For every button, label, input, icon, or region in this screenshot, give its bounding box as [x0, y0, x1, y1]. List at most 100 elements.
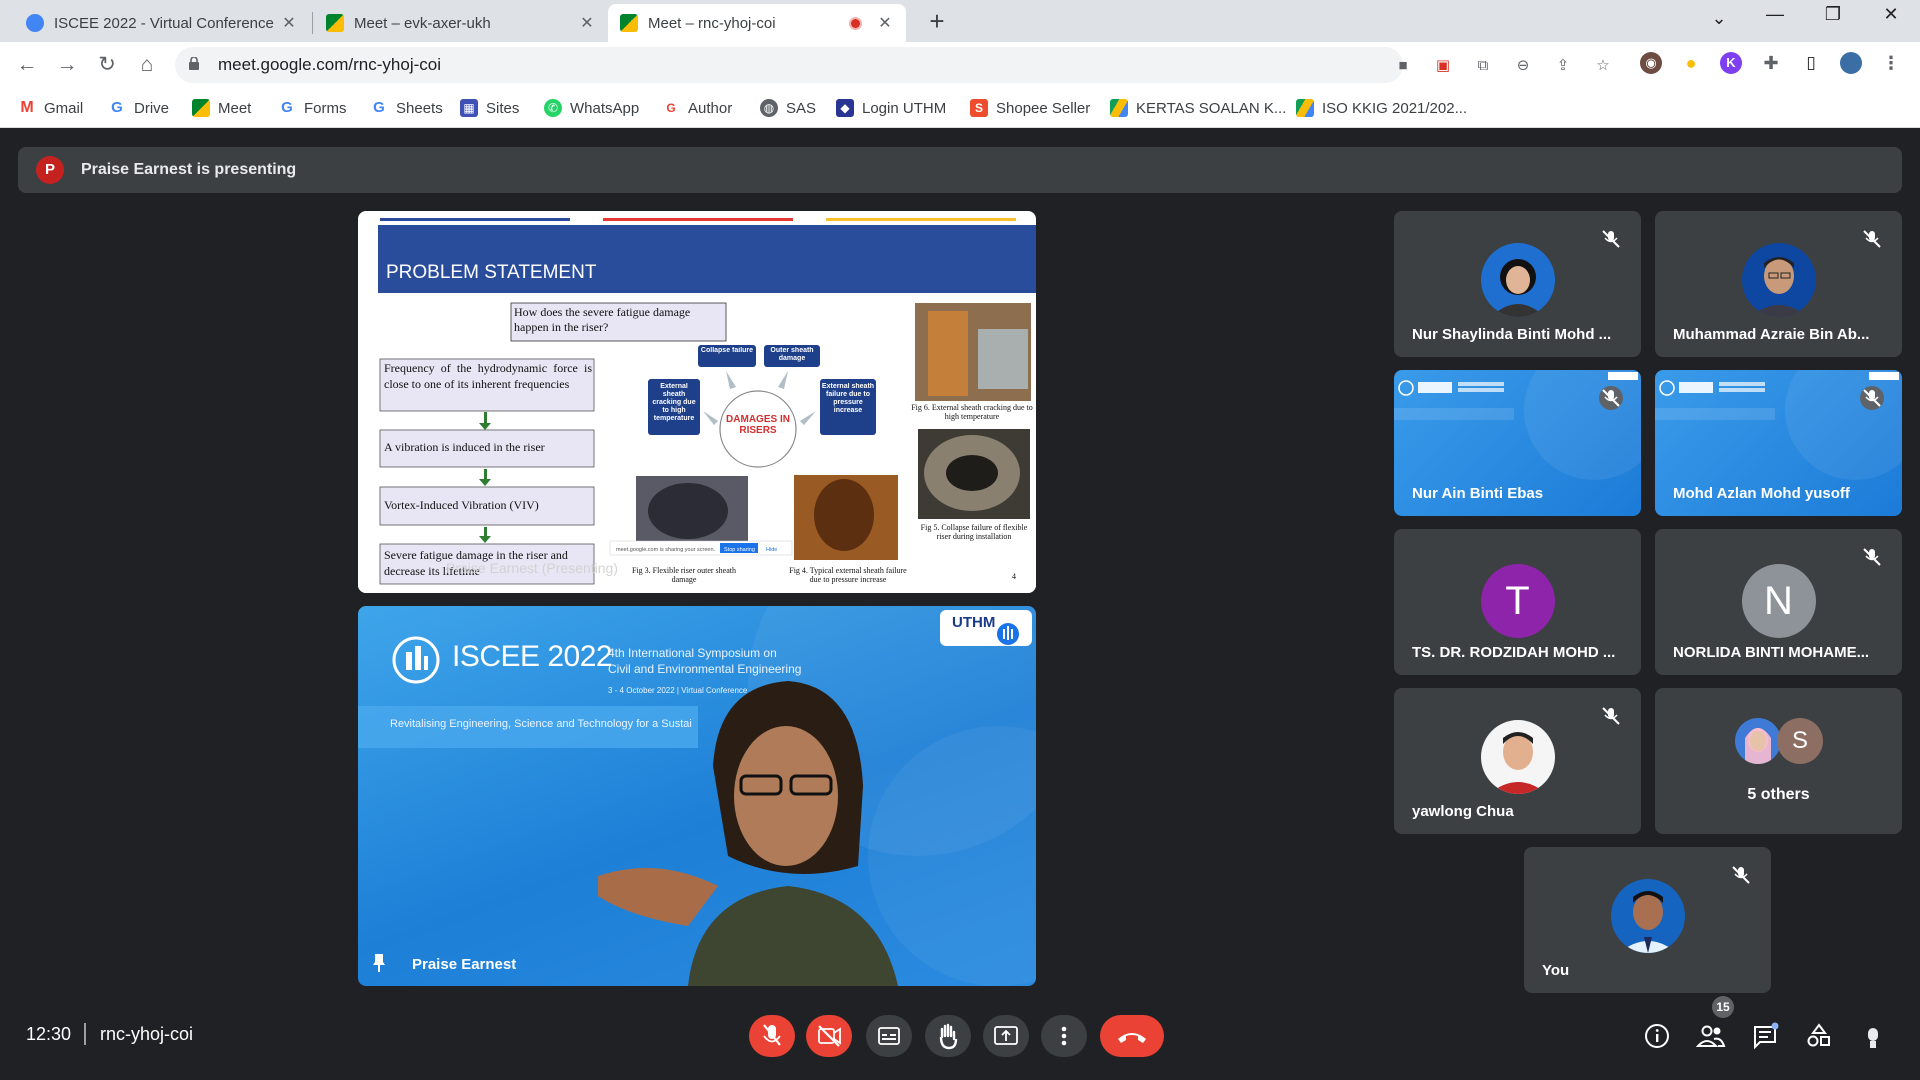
bookmark-label: Forms	[304, 99, 347, 117]
bookmark-author[interactable]: G Author	[662, 96, 732, 120]
address-bar[interactable]: meet.google.com/rnc-yhoj-coi ■ ▣ ⧉ ⊖ ⇪ ☆	[175, 47, 1610, 83]
presenting-banner: P Praise Earnest is presenting	[18, 147, 1902, 193]
meeting-code: rnc-yhoj-coi	[100, 1024, 194, 1044]
share-icon[interactable]: ⇪	[1553, 56, 1573, 76]
participant-tile-2[interactable]: Muhammad Azraie Bin Ab...	[1655, 211, 1902, 357]
shared-screen[interactable]: PROBLEM STATEMENT How does the severe fa…	[358, 211, 1036, 593]
participant-tile-7[interactable]: yawlong Chua	[1394, 688, 1641, 834]
bookmark-label: SAS	[786, 99, 817, 117]
activities-button[interactable]	[1802, 1019, 1836, 1053]
owl-extension-icon[interactable]: ◉	[1640, 52, 1662, 74]
tab-meet-evk[interactable]: Meet – evk-axer-ukh ✕	[314, 4, 608, 42]
participant-tile-1[interactable]: Nur Shaylinda Binti Mohd ...	[1394, 211, 1641, 357]
avatar-initial: T	[1480, 564, 1555, 638]
tab-search-icon[interactable]: ⌄	[1704, 8, 1734, 29]
tab-iscee-conference[interactable]: ISCEE 2022 - Virtual Conference ✕	[14, 4, 310, 42]
presenter-overlay-name: Praise Earnest (Presenting)	[446, 560, 618, 576]
presenter-camera-tile[interactable]: ISCEE 2022 4th International Symposium o…	[358, 606, 1036, 986]
bookmark-login-uthm[interactable]: ◆ Login UTHM	[836, 96, 946, 120]
bookmark-sheets[interactable]: G Sheets	[370, 96, 443, 120]
present-screen-button[interactable]	[983, 1015, 1029, 1057]
leave-call-button[interactable]	[1100, 1015, 1164, 1057]
host-controls-button[interactable]	[1856, 1019, 1890, 1053]
bookmark-sites[interactable]: ▦ Sites	[460, 96, 519, 120]
close-icon[interactable]: ✕	[578, 13, 596, 33]
tab-meet-rnc[interactable]: Meet – rnc-yhoj-coi ✕	[608, 4, 906, 42]
hide-button[interactable]: Hide	[766, 547, 777, 553]
slide-step-3: Vortex-Induced Vibration (VIV)	[384, 498, 539, 512]
people-icon	[1695, 1025, 1726, 1047]
close-icon[interactable]: ✕	[876, 13, 894, 33]
slide-cause-1: Collapse failure	[700, 347, 754, 354]
k-extension-icon[interactable]: K	[1720, 52, 1742, 74]
camera-icon[interactable]: ■	[1393, 56, 1413, 76]
participant-tile-6[interactable]: N NORLIDA BINTI MOHAME...	[1655, 529, 1902, 675]
zoom-icon[interactable]: ⊖	[1513, 56, 1533, 76]
bookmark-drive[interactable]: G Drive	[108, 96, 169, 120]
captions-button[interactable]	[866, 1015, 912, 1057]
bookmark-gmail[interactable]: M Gmail	[18, 96, 83, 120]
menu-dots-icon[interactable]: ⋮	[1880, 52, 1902, 74]
tab-title: Meet – rnc-yhoj-coi	[648, 14, 776, 32]
hang-up-icon	[1118, 1033, 1146, 1043]
more-options-button[interactable]	[1041, 1015, 1087, 1057]
bookmark-forms[interactable]: G Forms	[278, 96, 347, 120]
toggle-camera-button[interactable]	[806, 1015, 852, 1057]
pin-icon[interactable]	[372, 954, 386, 972]
bookmark-iso-kkig[interactable]: ISO KKIG 2021/202...	[1296, 96, 1467, 120]
home-button[interactable]: ⌂	[132, 50, 162, 80]
self-tile[interactable]: You	[1524, 847, 1771, 993]
bookmark-label: Author	[688, 99, 733, 117]
bookmark-sas[interactable]: ◍ SAS	[760, 96, 816, 120]
maximize-button[interactable]: ❐	[1818, 4, 1848, 25]
others-tile[interactable]: S 5 others	[1655, 688, 1902, 834]
camera-symposium-line2: Civil and Environmental Engineering	[608, 662, 802, 676]
tab-title: Meet – evk-axer-ukh	[354, 14, 491, 32]
mic-off-icon	[763, 1024, 781, 1046]
bookmark-kertas-soalan[interactable]: KERTAS SOALAN K...	[1110, 96, 1286, 120]
participant-tile-5[interactable]: T TS. DR. RODZIDAH MOHD ...	[1394, 529, 1641, 675]
open-in-window-icon[interactable]: ⧉	[1473, 56, 1493, 76]
participant-name: NORLIDA BINTI MOHAME...	[1673, 644, 1870, 661]
participant-name: Nur Ain Binti Ebas	[1412, 485, 1544, 502]
meeting-details-button[interactable]	[1640, 1019, 1674, 1053]
participant-tile-4[interactable]: Mohd Azlan Mohd yusoff	[1655, 370, 1902, 516]
toggle-mic-button[interactable]	[749, 1015, 795, 1057]
close-window-button[interactable]: ✕	[1876, 4, 1906, 25]
presenter-avatar: P	[36, 156, 64, 184]
slide-caption-fig6: Fig 6. External sheath cracking due to h…	[911, 403, 1033, 421]
people-button[interactable]	[1694, 1019, 1728, 1053]
sites-icon: ▦	[460, 99, 478, 117]
reload-button[interactable]: ↻	[92, 50, 122, 80]
present-icon	[994, 1026, 1018, 1045]
bookmark-label: Meet	[218, 99, 252, 117]
gmail-icon: M	[20, 99, 34, 116]
bulb-extension-icon[interactable]: ●	[1680, 52, 1702, 74]
participant-tile-3[interactable]: Nur Ain Binti Ebas	[1394, 370, 1641, 516]
bookmark-shopee[interactable]: S Shopee Seller	[970, 96, 1090, 120]
whatsapp-icon: ✆	[544, 99, 562, 117]
chat-button[interactable]	[1748, 1019, 1782, 1053]
extensions-puzzle-icon[interactable]: ✚	[1760, 52, 1782, 74]
side-panel-icon[interactable]: ▯	[1800, 52, 1822, 74]
bookmark-meet[interactable]: Meet	[192, 96, 251, 120]
camera-name: Praise Earnest	[412, 956, 517, 973]
slide-caption-fig4: Fig 4. Typical external sheath failure d…	[789, 566, 907, 584]
profile-avatar[interactable]	[1840, 52, 1862, 74]
raise-hand-button[interactable]	[925, 1015, 971, 1057]
lock-person-icon	[1868, 1028, 1878, 1048]
chat-icon	[1754, 1022, 1779, 1050]
minimize-button[interactable]: —	[1760, 4, 1790, 25]
bookmark-whatsapp[interactable]: ✆ WhatsApp	[544, 96, 639, 120]
new-tab-button[interactable]: +	[922, 6, 952, 37]
close-icon[interactable]: ✕	[280, 13, 298, 33]
bookmark-star-icon[interactable]: ☆	[1593, 56, 1613, 76]
forward-button[interactable]: →	[52, 50, 82, 80]
slide-step-2: A vibration is induced in the riser	[384, 440, 545, 454]
slide-cause-4: External sheath failure due to pressure …	[821, 383, 875, 414]
bookmark-label: Sheets	[396, 99, 443, 117]
stop-sharing-button[interactable]: Stop sharing	[724, 547, 755, 553]
back-button[interactable]: ←	[12, 50, 42, 80]
screen-share-icon[interactable]: ▣	[1433, 56, 1453, 76]
slide-page-number: 4	[1012, 572, 1016, 581]
